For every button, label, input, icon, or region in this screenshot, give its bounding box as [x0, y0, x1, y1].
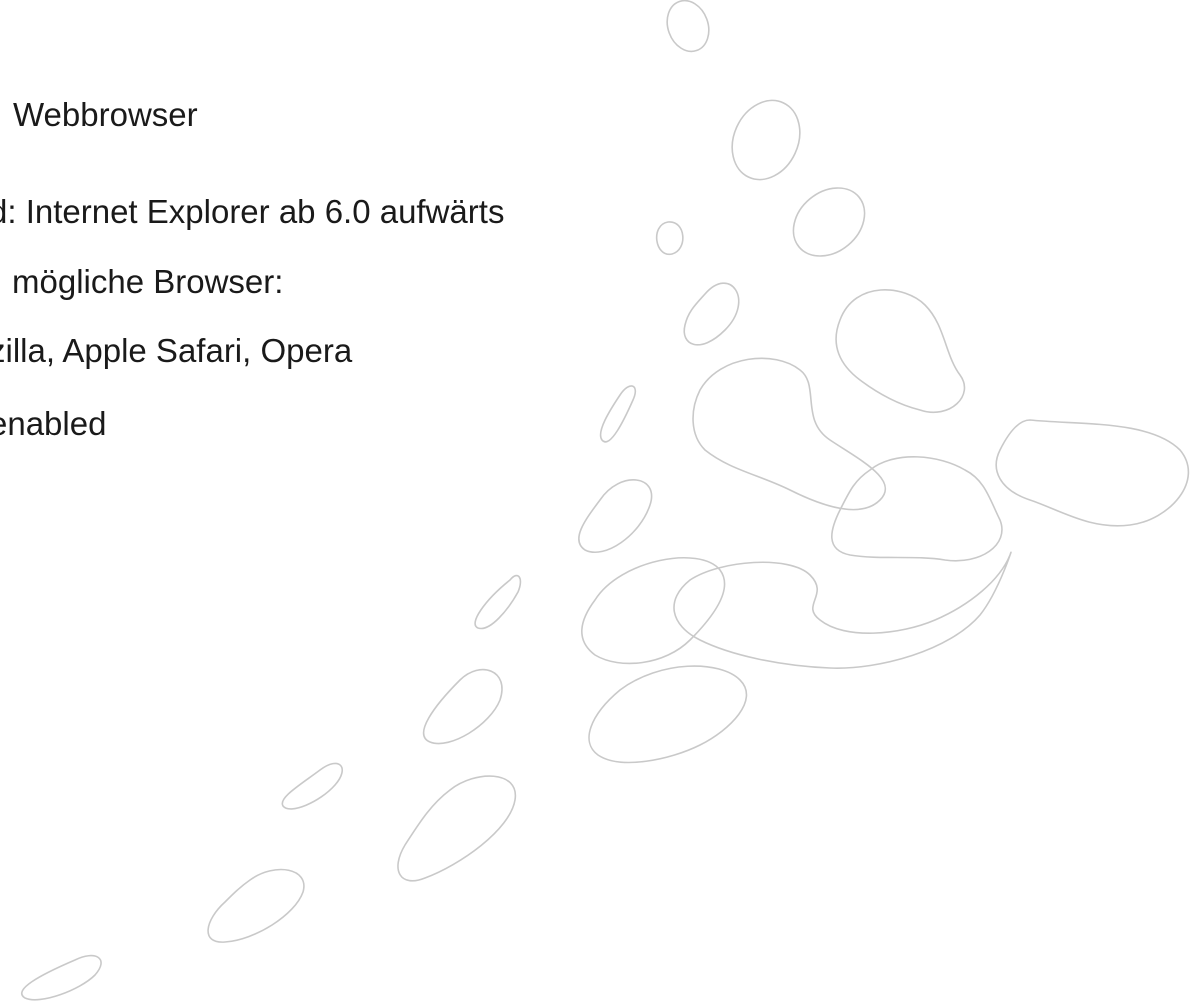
background-bubble-pattern: [21, 0, 1190, 1001]
bubble-8: [995, 419, 1190, 527]
bubble-19: [207, 868, 305, 943]
slide: Webbrowser d: Internet Explorer ab 6.0 a…: [0, 0, 1193, 1007]
requirement-line-1: d: Internet Explorer ab 6.0 aufwärts: [0, 193, 505, 230]
bubble-18: [397, 775, 516, 882]
bubble-13: [673, 551, 1012, 669]
bubble-10: [599, 385, 637, 443]
bubble-15: [423, 668, 503, 745]
requirement-line-4: enabled: [0, 405, 107, 442]
bubble-3: [792, 187, 866, 257]
bubble-20: [21, 954, 102, 1001]
bubble-11: [578, 479, 653, 553]
bubble-5: [683, 282, 740, 346]
bubble-14: [474, 574, 522, 630]
section-heading: Webbrowser: [13, 96, 198, 133]
bubble-17: [281, 762, 344, 810]
bubble-6: [835, 289, 966, 413]
requirement-line-3: zilla, Apple Safari, Opera: [0, 332, 353, 369]
requirement-line-2: mögliche Browser:: [12, 263, 284, 300]
bubble-16: [588, 665, 748, 764]
bubble-4: [655, 221, 684, 255]
bubble-2: [731, 99, 801, 181]
bubble-7: [692, 357, 887, 511]
bubble-1: [666, 0, 710, 53]
